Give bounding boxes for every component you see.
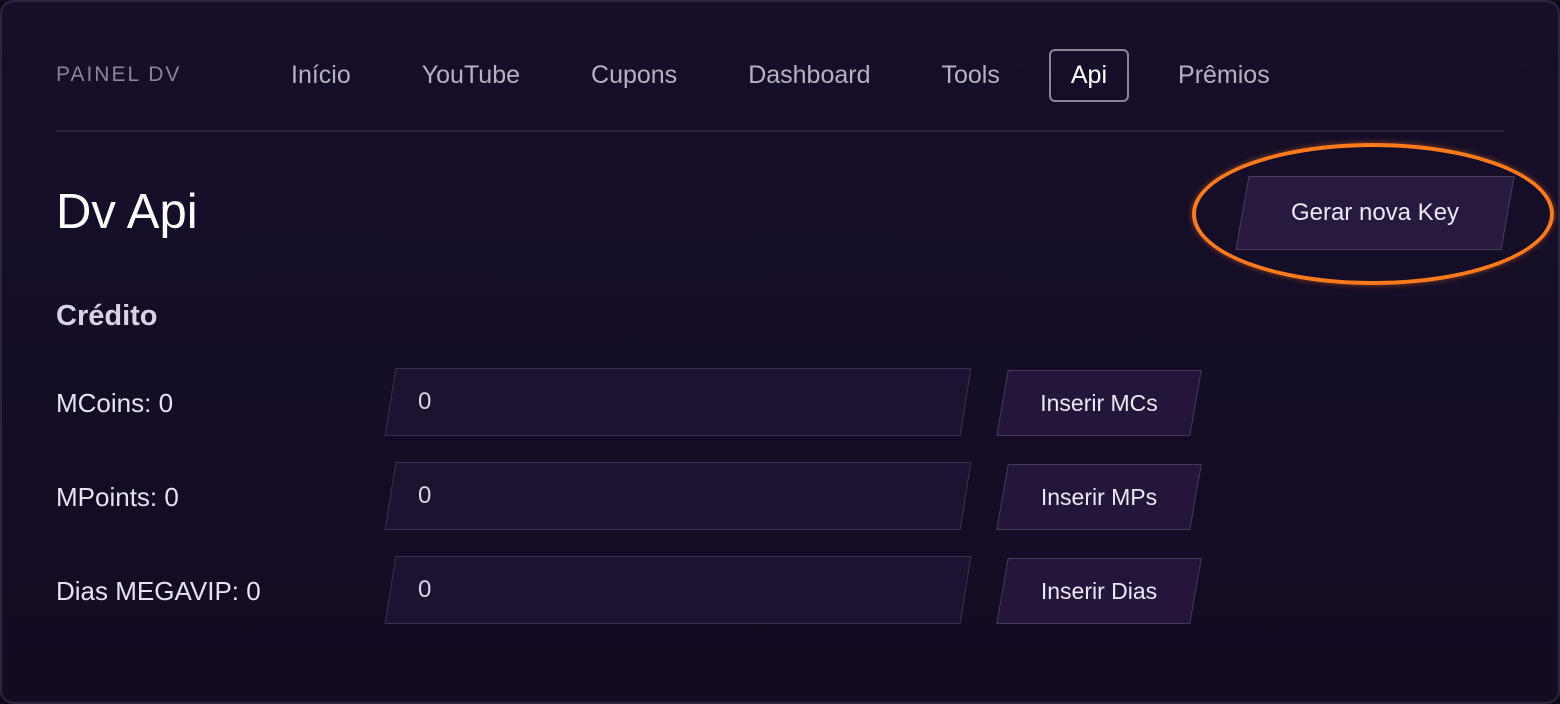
megavip-input-wrap [384, 556, 972, 624]
page-title: Dv Api [56, 185, 198, 239]
brand-label: PAINEL DV [56, 63, 182, 86]
mcoins-label: MCoins: 0 [56, 387, 174, 418]
insert-days-button[interactable]: Inserir Dias [996, 558, 1202, 624]
generate-key-button[interactable]: Gerar nova Key [1235, 176, 1515, 250]
top-nav: PAINEL DV Início YouTube Cupons Dashboar… [56, 48, 1504, 102]
insert-days-button-label: Inserir Dias [1040, 577, 1158, 604]
nav-item-youtube[interactable]: YouTube [400, 49, 542, 102]
nav-item-dashboard[interactable]: Dashboard [726, 49, 892, 102]
insert-mcoins-button[interactable]: Inserir MCs [996, 370, 1202, 436]
nav-divider [56, 130, 1504, 132]
credit-row-mcoins: MCoins: 0 Inserir MCs [2, 368, 1560, 438]
insert-mcoins-button-label: Inserir MCs [1040, 389, 1158, 416]
mpoints-input[interactable] [418, 462, 938, 530]
nav-item-inicio[interactable]: Início [269, 49, 373, 102]
megavip-input[interactable] [418, 556, 938, 624]
nav-item-tools[interactable]: Tools [920, 49, 1022, 102]
mcoins-input-wrap [384, 368, 972, 436]
nav-item-premios[interactable]: Prêmios [1156, 49, 1292, 102]
nav-item-cupons[interactable]: Cupons [569, 49, 699, 102]
mpoints-input-wrap [384, 462, 972, 530]
megavip-label: Dias MEGAVIP: 0 [56, 575, 261, 606]
insert-mpoints-button-label: Inserir MPs [1040, 483, 1158, 510]
generate-key-button-label: Gerar nova Key [1290, 199, 1460, 226]
mpoints-label: MPoints: 0 [56, 481, 179, 512]
api-panel: PAINEL DV Início YouTube Cupons Dashboar… [0, 0, 1560, 704]
credit-row-mpoints: MPoints: 0 Inserir MPs [2, 462, 1560, 532]
nav-item-api[interactable]: Api [1048, 48, 1130, 102]
credit-row-megavip: Dias MEGAVIP: 0 Inserir Dias [2, 556, 1560, 626]
credit-section-title: Crédito [56, 300, 158, 332]
mcoins-input[interactable] [418, 368, 938, 436]
insert-mpoints-button[interactable]: Inserir MPs [996, 464, 1202, 530]
